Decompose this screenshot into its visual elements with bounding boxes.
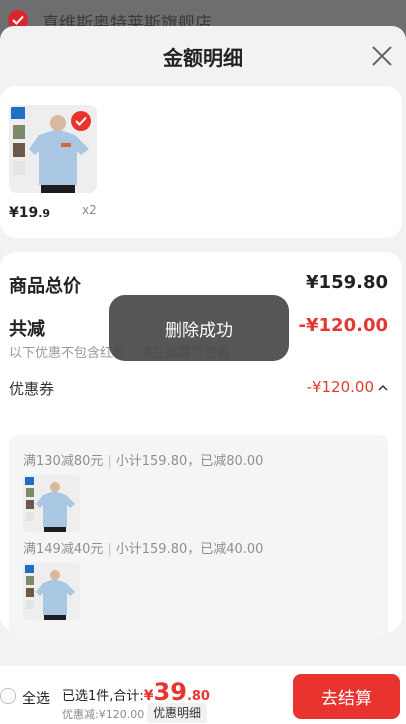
price-integer: 19 <box>18 205 39 221</box>
currency-symbol: ¥ <box>143 688 154 704</box>
coupon-list: 满130减80元 | 小计159.80，已减80.00 满149减40元 | 小计159… <box>9 435 388 639</box>
product-price: ¥19.9 <box>9 202 50 221</box>
reduce-value: -¥120.00 <box>298 315 388 336</box>
sheet-title: 金额明细 <box>163 46 243 70</box>
product-thumbnail[interactable] <box>9 105 97 193</box>
selected-check-icon <box>71 111 91 131</box>
product-card <box>0 86 402 238</box>
coupon-rule-2: 满149减40元 | 小计159.80，已减40.00 <box>23 538 263 557</box>
discount-text: 优惠减:¥120.00 <box>62 708 145 721</box>
chevron-up-icon[interactable] <box>378 384 388 392</box>
total-price-value: ¥159.80 <box>306 272 388 293</box>
price-symbol: ¥ <box>9 205 19 221</box>
reduce-label: 共减 <box>9 319 45 340</box>
divider: | <box>107 454 112 469</box>
coupon-rule-text: 满149减40元 <box>23 542 104 557</box>
select-all-label[interactable]: 全选 <box>22 688 50 708</box>
coupon-product-thumbnail-2[interactable] <box>23 563 80 620</box>
coupon-rule-text: 满130减80元 <box>23 454 104 469</box>
amount-detail-sheet: 金额明细 ¥19.9 x2 商品总价 ¥159.80 共减 -¥120.00 优… <box>0 26 406 724</box>
coupon-value-group: -¥120.00 <box>307 378 388 396</box>
price-decimal: .9 <box>38 207 51 220</box>
coupon-product-thumbnail-1[interactable] <box>23 475 80 532</box>
amount-integer: 39 <box>153 678 187 706</box>
amount-decimal: .80 <box>186 689 210 704</box>
total-amount: 已选1件,合计:¥39.80 <box>62 678 210 706</box>
selected-count-text: 已选1件,合计: <box>62 689 144 704</box>
checkout-button[interactable]: 去结算 <box>293 674 400 719</box>
close-icon[interactable] <box>370 44 394 68</box>
checkout-bar: 全选 已选1件,合计:¥39.80 优惠减:¥120.00 优惠明细 去结算 <box>0 666 406 724</box>
discount-detail-button[interactable]: 优惠明细 <box>147 703 208 723</box>
coupon-row[interactable]: 优惠券 -¥120.00 <box>9 378 388 399</box>
total-price-label: 商品总价 <box>9 276 81 297</box>
divider: | <box>107 542 112 557</box>
coupon-rule-1: 满130减80元 | 小计159.80，已减80.00 <box>23 450 263 469</box>
coupon-detail-text: 小计159.80，已减40.00 <box>115 542 264 557</box>
coupon-detail-text: 小计159.80，已减80.00 <box>115 454 264 469</box>
select-all-radio[interactable] <box>0 688 16 704</box>
product-quantity: x2 <box>82 203 97 217</box>
sheet-header: 金额明细 <box>0 26 406 86</box>
coupon-value: -¥120.00 <box>306 378 374 396</box>
toast-message: 删除成功 <box>109 295 289 361</box>
coupon-label: 优惠券 <box>9 380 55 398</box>
